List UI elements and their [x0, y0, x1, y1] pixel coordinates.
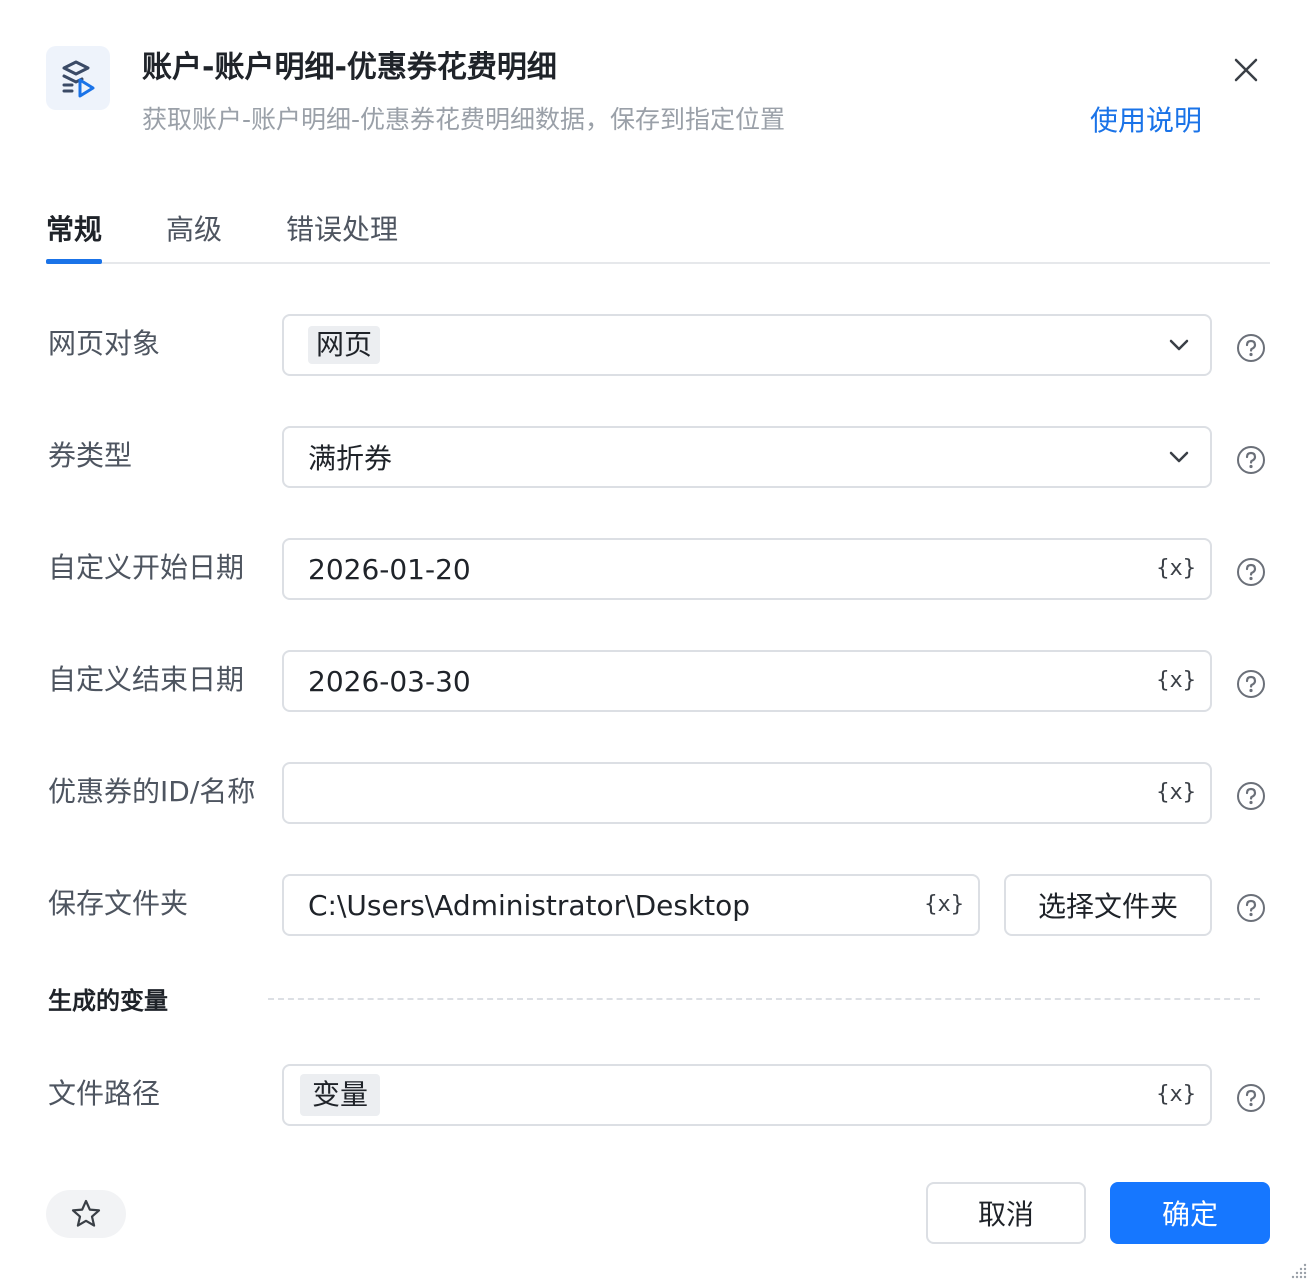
- help-icon[interactable]: [1236, 445, 1266, 475]
- save-folder-value: C:\Users\Administrator\Desktop: [308, 888, 751, 922]
- resize-grip-icon[interactable]: [1290, 1262, 1308, 1280]
- tab-error-handling-label: 错误处理: [286, 213, 399, 246]
- end-date-input[interactable]: 2026-03-30 {x}: [282, 650, 1212, 712]
- coupon-type-select[interactable]: 满折券: [282, 426, 1212, 488]
- help-icon[interactable]: [1236, 333, 1266, 363]
- variable-icon[interactable]: {x}: [1156, 666, 1196, 696]
- tab-advanced-label: 高级: [166, 213, 223, 246]
- variable-icon[interactable]: {x}: [1156, 778, 1196, 808]
- coupon-id-label: 优惠券的ID/名称: [48, 775, 256, 808]
- coupon-type-label: 券类型: [48, 439, 133, 472]
- help-icon[interactable]: [1236, 781, 1266, 811]
- app-icon: [46, 46, 110, 110]
- chevron-down-icon: [1169, 451, 1189, 463]
- active-tab-indicator: [46, 259, 102, 264]
- file-path-input[interactable]: 变量 {x}: [282, 1064, 1212, 1126]
- tab-bar: 常规 高级 错误处理: [46, 200, 1270, 264]
- close-icon: [1234, 58, 1258, 82]
- tab-general-label: 常规: [46, 213, 103, 246]
- start-date-input[interactable]: 2026-01-20 {x}: [282, 538, 1212, 600]
- choose-folder-button[interactable]: 选择文件夹: [1004, 874, 1212, 936]
- tab-error-handling[interactable]: 错误处理: [286, 210, 398, 250]
- variable-icon[interactable]: {x}: [924, 890, 964, 920]
- start-date-label: 自定义开始日期: [48, 551, 245, 584]
- help-icon[interactable]: [1236, 1083, 1266, 1113]
- help-icon[interactable]: [1236, 557, 1266, 587]
- section-divider: [268, 998, 1260, 1000]
- file-path-variable-tag: 变量: [300, 1074, 381, 1116]
- tab-general[interactable]: 常规: [46, 210, 102, 250]
- confirm-button[interactable]: 确定: [1110, 1182, 1270, 1244]
- generated-variables-title: 生成的变量: [48, 987, 168, 1015]
- variable-icon[interactable]: {x}: [1156, 1080, 1196, 1110]
- star-icon: [71, 1199, 101, 1227]
- end-date-value: 2026-03-30: [308, 664, 471, 698]
- chevron-down-icon: [1169, 339, 1189, 351]
- save-folder-label: 保存文件夹: [48, 887, 189, 920]
- data-flow-icon: [62, 60, 95, 98]
- start-date-value: 2026-01-20: [308, 552, 471, 586]
- coupon-id-input[interactable]: {x}: [282, 762, 1212, 824]
- coupon-type-value: 满折券: [308, 442, 393, 475]
- variable-icon[interactable]: {x}: [1156, 554, 1196, 584]
- save-folder-input[interactable]: C:\Users\Administrator\Desktop {x}: [282, 874, 980, 936]
- help-link[interactable]: 使用说明: [1090, 102, 1202, 140]
- cancel-button[interactable]: 取消: [926, 1182, 1086, 1244]
- file-path-label: 文件路径: [48, 1077, 161, 1110]
- favorite-button[interactable]: [46, 1190, 126, 1238]
- dialog-subtitle: 获取账户-账户明细-优惠券花费明细数据，保存到指定位置: [142, 105, 786, 134]
- page-object-label: 网页对象: [48, 327, 161, 360]
- page-object-tag: 网页: [308, 326, 381, 364]
- tab-advanced[interactable]: 高级: [166, 210, 222, 250]
- end-date-label: 自定义结束日期: [48, 663, 245, 696]
- close-button[interactable]: [1226, 50, 1266, 90]
- help-icon[interactable]: [1236, 893, 1266, 923]
- help-icon[interactable]: [1236, 669, 1266, 699]
- page-object-select[interactable]: 网页: [282, 314, 1212, 376]
- dialog-title: 账户-账户明细-优惠券花费明细: [142, 50, 557, 85]
